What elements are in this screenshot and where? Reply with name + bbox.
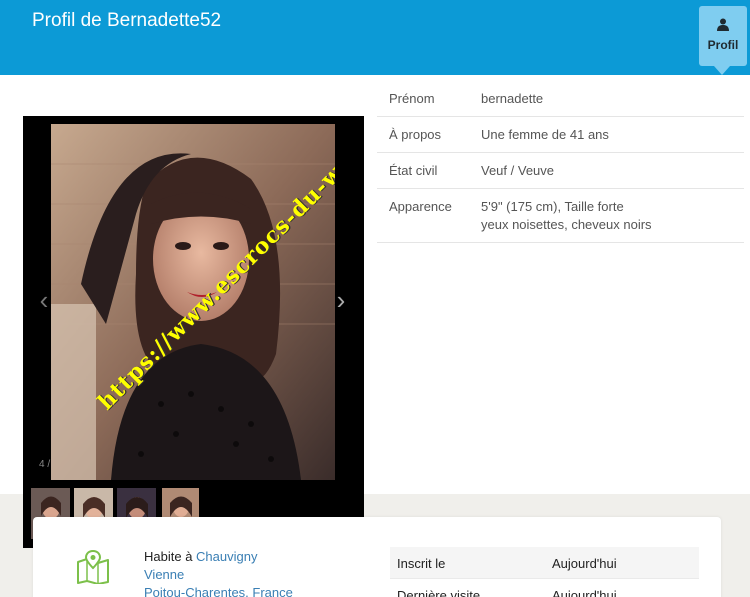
location-card: Habite à Chauvigny Vienne Poitou-Charent… xyxy=(33,517,721,597)
info-label: Apparence xyxy=(389,199,452,214)
meta-value: Aujourd'hui xyxy=(552,588,617,597)
address-block: Habite à Chauvigny Vienne Poitou-Charent… xyxy=(144,548,293,597)
info-row-apropos: À propos Une femme de 41 ans xyxy=(377,117,744,153)
info-label: À propos xyxy=(389,127,442,142)
active-tab-caret xyxy=(714,66,730,75)
appearance-link-line2[interactable]: yeux noisettes, cheveux noirs xyxy=(481,216,732,234)
profile-header: Profil de Bernadette52 Profil xyxy=(0,0,750,75)
meta-label: Dernière visite xyxy=(397,588,481,597)
info-label: Prénom xyxy=(389,91,435,106)
info-row-prenom: Prénom bernadette xyxy=(377,81,744,117)
profile-panel: https://www.escrocs-du-web.fr ‹ › 4 / Pr… xyxy=(0,75,750,548)
info-value: bernadette xyxy=(481,91,544,106)
city-link[interactable]: Chauvigny xyxy=(196,549,257,564)
info-label: État civil xyxy=(389,163,438,178)
photo-gallery: https://www.escrocs-du-web.fr ‹ › 4 / xyxy=(23,116,364,548)
region-link[interactable]: Poitou-Charentes, France xyxy=(144,584,293,597)
address-prefix: Habite à xyxy=(144,549,197,564)
main-photo[interactable]: https://www.escrocs-du-web.fr xyxy=(51,124,335,480)
address-city-line: Habite à Chauvigny xyxy=(144,548,293,566)
meta-value: Aujourd'hui xyxy=(552,556,617,571)
profile-tab-label: Profil xyxy=(707,38,739,52)
user-icon xyxy=(717,18,729,31)
page-title: Profil de Bernadette52 xyxy=(32,10,222,31)
marital-status-link[interactable]: Veuf / Veuve xyxy=(481,162,732,180)
profile-info-table: Prénom bernadette À propos Une femme de … xyxy=(377,81,744,243)
profile-tab-button[interactable]: Profil xyxy=(699,6,747,66)
info-row-apparence: Apparence 5'9" (175 cm), Taille forte ye… xyxy=(377,189,744,243)
map-icon xyxy=(77,550,109,584)
info-row-etat-civil: État civil Veuf / Veuve xyxy=(377,153,744,189)
meta-row-derniere-visite: Dernière visite Aujourd'hui xyxy=(390,579,699,597)
chevron-right-icon[interactable]: › xyxy=(334,287,348,313)
info-value: Une femme de 41 ans xyxy=(481,127,609,142)
appearance-link-line1[interactable]: 5'9" (175 cm), Taille forte xyxy=(481,198,732,216)
membership-table: Inscrit le Aujourd'hui Dernière visite A… xyxy=(390,547,699,597)
chevron-left-icon[interactable]: ‹ xyxy=(37,287,51,313)
department-link[interactable]: Vienne xyxy=(144,566,293,584)
meta-row-inscrit: Inscrit le Aujourd'hui xyxy=(390,547,699,579)
photo-counter: 4 / xyxy=(39,459,51,470)
meta-label: Inscrit le xyxy=(397,556,446,571)
